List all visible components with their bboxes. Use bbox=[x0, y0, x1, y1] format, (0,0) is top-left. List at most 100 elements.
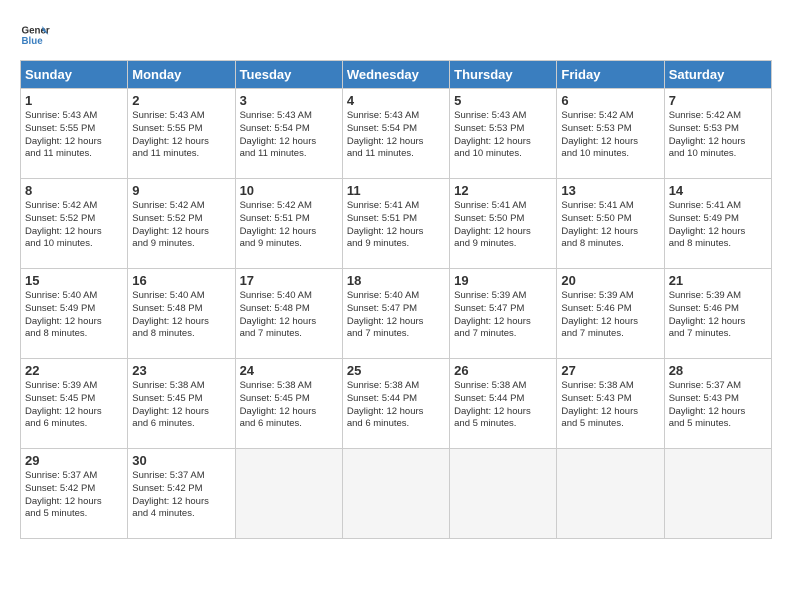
calendar-cell: 12 Sunrise: 5:41 AM Sunset: 5:50 PM Dayli… bbox=[450, 179, 557, 269]
day-number: 21 bbox=[669, 273, 767, 288]
week-row-2: 8 Sunrise: 5:42 AM Sunset: 5:52 PM Daylig… bbox=[21, 179, 772, 269]
logo-icon: General Blue bbox=[20, 20, 50, 50]
day-info: Sunrise: 5:39 AM Sunset: 5:46 PM Dayligh… bbox=[669, 290, 767, 341]
day-info: Sunrise: 5:38 AM Sunset: 5:45 PM Dayligh… bbox=[240, 380, 338, 431]
day-info: Sunrise: 5:40 AM Sunset: 5:47 PM Dayligh… bbox=[347, 290, 445, 341]
calendar-cell: 29Sunrise: 5:37 AM Sunset: 5:42 PM Dayli… bbox=[21, 449, 128, 539]
calendar-cell bbox=[450, 449, 557, 539]
day-number: 30 bbox=[132, 453, 230, 468]
col-header-tuesday: Tuesday bbox=[235, 61, 342, 89]
day-info: Sunrise: 5:39 AM Sunset: 5:47 PM Dayligh… bbox=[454, 290, 552, 341]
day-info: Sunrise: 5:39 AM Sunset: 5:46 PM Dayligh… bbox=[561, 290, 659, 341]
day-number: 14 bbox=[669, 183, 767, 198]
day-number: 3 bbox=[240, 93, 338, 108]
day-info: Sunrise: 5:38 AM Sunset: 5:43 PM Dayligh… bbox=[561, 380, 659, 431]
col-header-thursday: Thursday bbox=[450, 61, 557, 89]
day-number: 6 bbox=[561, 93, 659, 108]
day-number: 7 bbox=[669, 93, 767, 108]
day-number: 29 bbox=[25, 453, 123, 468]
day-number: 18 bbox=[347, 273, 445, 288]
day-number: 16 bbox=[132, 273, 230, 288]
calendar-cell: 19 Sunrise: 5:39 AM Sunset: 5:47 PM Dayli… bbox=[450, 269, 557, 359]
day-info: Sunrise: 5:41 AM Sunset: 5:51 PM Dayligh… bbox=[347, 200, 445, 251]
day-number: 24 bbox=[240, 363, 338, 378]
day-info: Sunrise: 5:41 AM Sunset: 5:50 PM Dayligh… bbox=[454, 200, 552, 251]
day-info: Sunrise: 5:43 AM Sunset: 5:54 PM Dayligh… bbox=[347, 110, 445, 161]
col-header-friday: Friday bbox=[557, 61, 664, 89]
week-row-5: 29 Sunrise: 5:37 AM Sunset: 5:42 PM Dayli… bbox=[21, 449, 772, 539]
col-header-saturday: Saturday bbox=[664, 61, 771, 89]
calendar-cell: 24 Sunrise: 5:38 AM Sunset: 5:45 PM Dayli… bbox=[235, 359, 342, 449]
calendar-cell: 10 Sunrise: 5:42 AM Sunset: 5:51 PM Dayli… bbox=[235, 179, 342, 269]
col-header-sunday: Sunday bbox=[21, 61, 128, 89]
calendar-cell bbox=[342, 449, 449, 539]
day-number: 17 bbox=[240, 273, 338, 288]
calendar-cell: 18 Sunrise: 5:40 AM Sunset: 5:47 PM Dayli… bbox=[342, 269, 449, 359]
calendar-cell: 13 Sunrise: 5:41 AM Sunset: 5:50 PM Dayli… bbox=[557, 179, 664, 269]
day-info: Sunrise: 5:43 AM Sunset: 5:53 PM Dayligh… bbox=[454, 110, 552, 161]
calendar-cell: 25 Sunrise: 5:38 AM Sunset: 5:44 PM Dayli… bbox=[342, 359, 449, 449]
day-number: 9 bbox=[132, 183, 230, 198]
day-number: 5 bbox=[454, 93, 552, 108]
col-header-wednesday: Wednesday bbox=[342, 61, 449, 89]
calendar-cell: 20 Sunrise: 5:39 AM Sunset: 5:46 PM Dayli… bbox=[557, 269, 664, 359]
calendar-cell: 16Sunrise: 5:40 AM Sunset: 5:48 PM Dayli… bbox=[128, 269, 235, 359]
day-info: Sunrise: 5:43 AM Sunset: 5:54 PM Dayligh… bbox=[240, 110, 338, 161]
calendar-cell: 4 Sunrise: 5:43 AM Sunset: 5:54 PM Daylig… bbox=[342, 89, 449, 179]
day-number: 11 bbox=[347, 183, 445, 198]
svg-text:Blue: Blue bbox=[22, 36, 44, 47]
calendar-cell: 1 Sunrise: 5:43 AM Sunset: 5:55 PM Daylig… bbox=[21, 89, 128, 179]
day-info: Sunrise: 5:40 AM Sunset: 5:49 PM Dayligh… bbox=[25, 290, 123, 341]
calendar-cell: 21 Sunrise: 5:39 AM Sunset: 5:46 PM Dayli… bbox=[664, 269, 771, 359]
calendar-cell: 3 Sunrise: 5:43 AM Sunset: 5:54 PM Daylig… bbox=[235, 89, 342, 179]
day-number: 1 bbox=[25, 93, 123, 108]
day-number: 10 bbox=[240, 183, 338, 198]
day-number: 22 bbox=[25, 363, 123, 378]
day-info: Sunrise: 5:38 AM Sunset: 5:44 PM Dayligh… bbox=[347, 380, 445, 431]
day-info: Sunrise: 5:41 AM Sunset: 5:49 PM Dayligh… bbox=[669, 200, 767, 251]
logo: General Blue bbox=[20, 20, 50, 50]
day-info: Sunrise: 5:42 AM Sunset: 5:51 PM Dayligh… bbox=[240, 200, 338, 251]
day-number: 12 bbox=[454, 183, 552, 198]
day-number: 19 bbox=[454, 273, 552, 288]
day-info: Sunrise: 5:42 AM Sunset: 5:53 PM Dayligh… bbox=[669, 110, 767, 161]
day-number: 23 bbox=[132, 363, 230, 378]
day-info: Sunrise: 5:39 AM Sunset: 5:45 PM Dayligh… bbox=[25, 380, 123, 431]
calendar-cell: 15 Sunrise: 5:40 AM Sunset: 5:49 PM Dayli… bbox=[21, 269, 128, 359]
day-info: Sunrise: 5:42 AM Sunset: 5:53 PM Dayligh… bbox=[561, 110, 659, 161]
day-info: Sunrise: 5:40 AM Sunset: 5:48 PM Dayligh… bbox=[240, 290, 338, 341]
day-number: 2 bbox=[132, 93, 230, 108]
week-row-4: 22 Sunrise: 5:39 AM Sunset: 5:45 PM Dayli… bbox=[21, 359, 772, 449]
day-number: 27 bbox=[561, 363, 659, 378]
calendar-cell: 5 Sunrise: 5:43 AM Sunset: 5:53 PM Daylig… bbox=[450, 89, 557, 179]
day-number: 26 bbox=[454, 363, 552, 378]
day-info: Sunrise: 5:43 AM Sunset: 5:55 PM Dayligh… bbox=[25, 110, 123, 161]
day-info: Sunrise: 5:38 AM Sunset: 5:44 PM Dayligh… bbox=[454, 380, 552, 431]
day-number: 4 bbox=[347, 93, 445, 108]
day-info: Sunrise: 5:37 AM Sunset: 5:43 PM Dayligh… bbox=[669, 380, 767, 431]
day-number: 20 bbox=[561, 273, 659, 288]
day-number: 15 bbox=[25, 273, 123, 288]
calendar-cell bbox=[235, 449, 342, 539]
week-row-1: 1 Sunrise: 5:43 AM Sunset: 5:55 PM Daylig… bbox=[21, 89, 772, 179]
calendar-cell: 8 Sunrise: 5:42 AM Sunset: 5:52 PM Daylig… bbox=[21, 179, 128, 269]
page-header: General Blue bbox=[20, 20, 772, 50]
week-row-3: 15 Sunrise: 5:40 AM Sunset: 5:49 PM Dayli… bbox=[21, 269, 772, 359]
calendar-cell: 6 Sunrise: 5:42 AM Sunset: 5:53 PM Daylig… bbox=[557, 89, 664, 179]
calendar-cell: 26 Sunrise: 5:38 AM Sunset: 5:44 PM Dayli… bbox=[450, 359, 557, 449]
day-info: Sunrise: 5:42 AM Sunset: 5:52 PM Dayligh… bbox=[25, 200, 123, 251]
calendar-cell bbox=[664, 449, 771, 539]
day-number: 8 bbox=[25, 183, 123, 198]
calendar-cell: 17 Sunrise: 5:40 AM Sunset: 5:48 PM Dayli… bbox=[235, 269, 342, 359]
calendar-cell: 2 Sunrise: 5:43 AM Sunset: 5:55 PM Daylig… bbox=[128, 89, 235, 179]
day-number: 13 bbox=[561, 183, 659, 198]
day-number: 25 bbox=[347, 363, 445, 378]
day-info: Sunrise: 5:43 AM Sunset: 5:55 PM Dayligh… bbox=[132, 110, 230, 161]
col-header-monday: Monday bbox=[128, 61, 235, 89]
calendar-cell: 7 Sunrise: 5:42 AM Sunset: 5:53 PM Daylig… bbox=[664, 89, 771, 179]
calendar-cell: 14 Sunrise: 5:41 AM Sunset: 5:49 PM Dayli… bbox=[664, 179, 771, 269]
day-info: Sunrise: 5:37 AM Sunset: 5:42 PM Dayligh… bbox=[132, 470, 230, 521]
day-info: Sunrise: 5:41 AM Sunset: 5:50 PM Dayligh… bbox=[561, 200, 659, 251]
header-row: SundayMondayTuesdayWednesdayThursdayFrid… bbox=[21, 61, 772, 89]
calendar-table: SundayMondayTuesdayWednesdayThursdayFrid… bbox=[20, 60, 772, 539]
